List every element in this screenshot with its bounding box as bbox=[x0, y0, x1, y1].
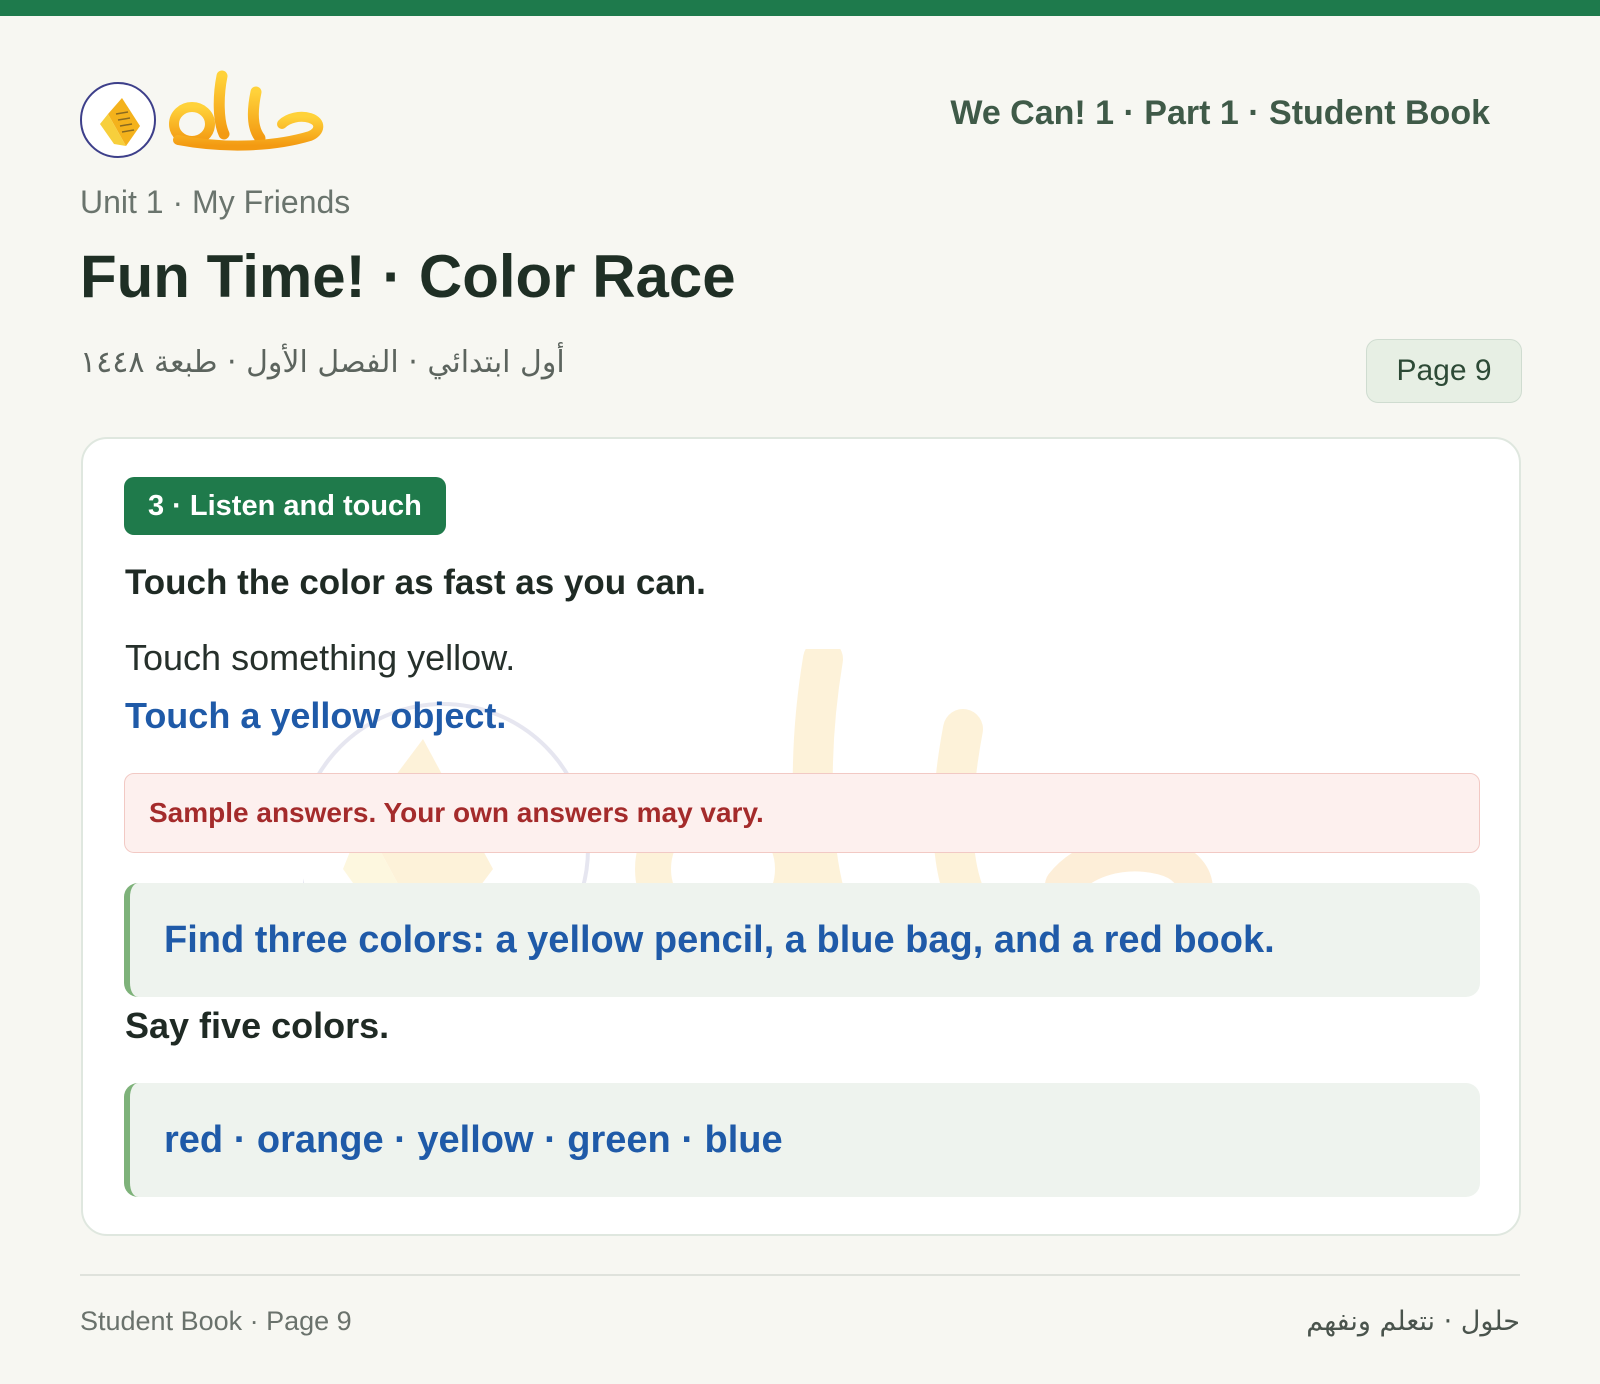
grade-term-edition: أول ابتدائي · الفصل الأول · طبعة ١٤٤٨ bbox=[80, 345, 565, 380]
answer-box-five-colors: red · orange · yellow · green · blue bbox=[124, 1083, 1480, 1197]
logo-wordmark bbox=[160, 66, 330, 167]
exercise-prompt: Touch something yellow. bbox=[125, 637, 516, 678]
top-accent-bar bbox=[0, 0, 1600, 16]
page-number-badge: Page 9 bbox=[1366, 339, 1522, 403]
book-icon bbox=[80, 82, 156, 158]
exercise-card: 3 · Listen and touch Touch the color as … bbox=[81, 437, 1521, 1236]
say-prompt: Say five colors. bbox=[125, 1005, 390, 1046]
sample-answers-note: Sample answers. Your own answers may var… bbox=[124, 773, 1480, 853]
logo-wordmark-graphic bbox=[169, 70, 324, 151]
exercise-answer: Touch a yellow object. bbox=[125, 695, 507, 736]
exercise-badge: 3 · Listen and touch bbox=[124, 477, 446, 535]
book-title: We Can! 1 · Part 1 · Student Book bbox=[950, 94, 1490, 132]
page-title: Fun Time! · Color Race bbox=[80, 243, 736, 310]
unit-breadcrumb: Unit 1 · My Friends bbox=[80, 184, 351, 220]
footer-divider bbox=[80, 1274, 1520, 1276]
footer-brand-tagline: حلول · نتعلم ونفهم bbox=[1306, 1306, 1520, 1337]
answer-box-colors: Find three colors: a yellow pencil, a bl… bbox=[124, 883, 1480, 997]
footer-page-ref: Student Book · Page 9 bbox=[80, 1306, 352, 1336]
hulul-logo[interactable] bbox=[80, 66, 340, 162]
exercise-instruction: Touch the color as fast as you can. bbox=[125, 563, 706, 602]
